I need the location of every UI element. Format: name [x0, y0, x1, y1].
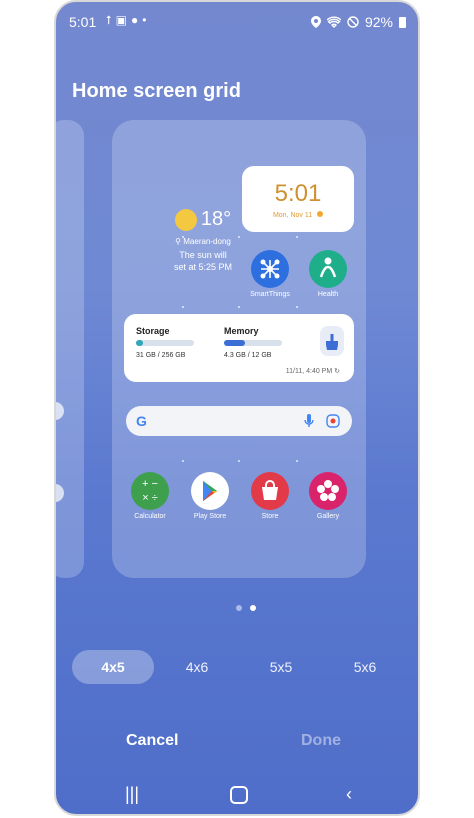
page-title: Home screen grid	[72, 80, 241, 102]
refresh-icon: ↻	[334, 368, 340, 375]
app-icon-health: Health	[304, 250, 352, 298]
clock-widget: 5:01 Mon, Nov 11	[242, 166, 354, 232]
app-label: SmartThings	[250, 291, 290, 298]
upload-icon: ⭡	[106, 13, 116, 27]
storage-widget: Storage 31 GB / 256 GB Memory 4.3 GB / 1…	[124, 314, 354, 382]
system-icons: 92%	[310, 14, 406, 30]
app-label: Store	[261, 513, 279, 520]
storage-timestamp: 11/11, 4:40 PM ↻	[285, 368, 340, 375]
lens-icon	[326, 414, 340, 428]
memory-bar	[224, 340, 282, 346]
clock-time: 5:01	[274, 180, 322, 207]
grid-option-4x6[interactable]: 4x6	[156, 650, 238, 684]
dot-icon: •	[142, 13, 151, 27]
clock-date: Mon, Nov 11	[242, 211, 354, 219]
weather-location: ⚲ Maeran-dong	[175, 237, 231, 246]
app-icon-calculator: + − × ÷ Calculator	[126, 472, 174, 520]
calculator-icon: + − × ÷	[131, 472, 169, 510]
page-indicator	[232, 598, 260, 616]
location-icon: ⚲	[175, 237, 182, 246]
app-icon-store: Store	[246, 472, 294, 520]
app-icon-smartthings: SmartThings	[246, 250, 294, 298]
gallery-icon	[309, 472, 347, 510]
preview-icon	[56, 484, 64, 502]
notification-icons: ⭡▣●•	[106, 13, 150, 28]
do-not-disturb-icon	[347, 16, 359, 28]
page-dot-2[interactable]	[250, 605, 256, 611]
smartthings-icon	[251, 250, 289, 288]
play-store-icon	[191, 472, 229, 510]
google-icon: G	[136, 413, 147, 429]
app-label: Play Store	[193, 513, 227, 520]
recents-button[interactable]: |||	[112, 780, 152, 808]
storage-label: Storage	[136, 326, 170, 336]
navigation-bar: ||| ‹	[56, 778, 418, 808]
store-icon	[251, 472, 289, 510]
cancel-button[interactable]: Cancel	[126, 732, 178, 750]
phone-screen: 5:01 ⭡▣●• 92% Home screen grid 18° ⚲ Mae…	[54, 0, 420, 816]
sun-icon	[317, 211, 324, 217]
weather-temperature: 18°	[200, 208, 232, 230]
grid-option-4x5[interactable]: 4x5	[72, 650, 154, 684]
done-button[interactable]: Done	[301, 732, 341, 750]
wifi-icon	[326, 16, 341, 28]
memory-label: Memory	[224, 326, 259, 336]
clean-icon	[320, 326, 344, 356]
status-bar: 5:01 ⭡▣●• 92%	[56, 2, 418, 42]
image-icon: ▣	[115, 13, 131, 27]
weather-widget: 18° ⚲ Maeran-dong The sun will set at 5:…	[150, 208, 256, 273]
previous-page-preview[interactable]	[56, 120, 84, 578]
bulb-icon: ●	[130, 13, 143, 27]
page-dot-1[interactable]	[236, 605, 242, 611]
app-icon-play-store: Play Store	[186, 472, 234, 520]
grid-option-5x6[interactable]: 5x6	[324, 650, 406, 684]
weather-description: The sun will set at 5:25 PM	[173, 250, 233, 272]
memory-value: 4.3 GB / 12 GB	[224, 352, 272, 359]
preview-icon	[56, 402, 64, 420]
app-icon-gallery: Gallery	[304, 472, 352, 520]
search-bar: G	[126, 406, 352, 436]
battery-percent: 92%	[364, 14, 393, 30]
home-button[interactable]	[219, 780, 259, 808]
location-icon	[310, 16, 321, 28]
app-label: Gallery	[316, 513, 340, 520]
health-icon	[309, 250, 347, 288]
home-icon	[230, 786, 248, 805]
battery-icon	[399, 16, 406, 28]
sun-icon	[174, 208, 197, 231]
app-label: Calculator	[134, 513, 166, 520]
home-screen-preview[interactable]: 18° ⚲ Maeran-dong The sun will set at 5:…	[112, 120, 366, 578]
mic-icon	[304, 414, 314, 427]
back-button[interactable]: ‹	[329, 780, 369, 808]
status-time: 5:01	[69, 14, 97, 30]
storage-bar	[136, 340, 194, 346]
storage-value: 31 GB / 256 GB	[136, 352, 186, 359]
app-label: Health	[317, 291, 339, 298]
grid-option-5x5[interactable]: 5x5	[240, 650, 322, 684]
